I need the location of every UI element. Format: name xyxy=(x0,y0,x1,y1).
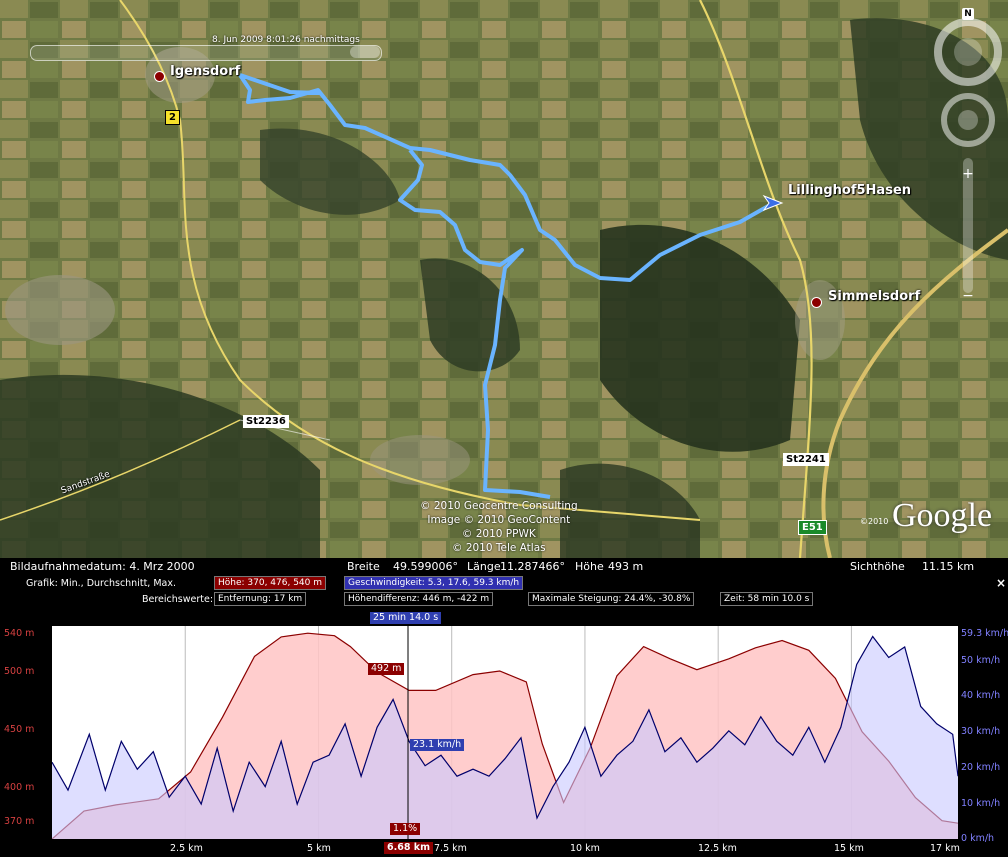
altitude-value: 493 m xyxy=(608,560,644,573)
y-tick-left: 500 m xyxy=(4,666,35,677)
y-tick-right: 20 km/h xyxy=(961,762,1001,773)
time-slider-label: 8. Jun 2009 8:01:26 nachmittags xyxy=(212,35,360,45)
place-lillinghof5hasen[interactable]: Lillinghof5Hasen xyxy=(788,183,911,198)
elevation-chart-svg[interactable] xyxy=(51,626,959,840)
x-tick: 10 km xyxy=(570,843,600,854)
place-pin-icon[interactable] xyxy=(811,297,822,308)
range-values-label: Bereichswerte: xyxy=(142,594,214,605)
y-tick-right: 50 km/h xyxy=(961,655,1001,666)
cursor-distance: 6.68 km xyxy=(384,842,433,854)
x-tick: 2.5 km xyxy=(170,843,203,854)
y-tick-right: 30 km/h xyxy=(961,726,1001,737)
copyright-notice: © 2010 Geocentre Consulting Image © 2010… xyxy=(420,500,578,554)
y-tick-left: 540 m xyxy=(4,628,35,639)
y-tick-right: 40 km/h xyxy=(961,690,1001,701)
placemark-arrow-icon[interactable] xyxy=(762,194,784,212)
max-slope-value: Maximale Steigung: 24.4%, -30.8% xyxy=(528,592,695,606)
place-pin-icon[interactable] xyxy=(154,71,165,82)
google-logo: Google xyxy=(892,497,993,534)
latitude-value: 49.599006° xyxy=(393,560,458,573)
latitude-label: Breite xyxy=(347,560,380,573)
elevation-chart[interactable] xyxy=(51,626,959,840)
navigation-controls[interactable]: + − N xyxy=(930,8,1006,308)
zoom-out-icon: − xyxy=(962,288,974,304)
altitude-label: Höhe xyxy=(575,560,604,573)
height-stats-button[interactable]: Höhe: 370, 476, 540 m xyxy=(214,576,327,590)
longitude-value: 11.287466° xyxy=(500,560,565,573)
longitude-label: Länge xyxy=(467,560,501,573)
y-tick-left: 370 m xyxy=(4,816,35,827)
place-igensdorf[interactable]: Igensdorf xyxy=(170,64,240,79)
y-tick-left: 400 m xyxy=(4,782,35,793)
height-difference-value: Höhendifferenz: 446 m, -422 m xyxy=(344,592,494,606)
distance-value: Entfernung: 17 km xyxy=(214,592,307,606)
cursor-height: 492 m xyxy=(368,663,405,675)
graph-legend-label: Grafik: Min., Durchschnitt, Max. xyxy=(26,578,176,589)
road-shield-e51: E51 xyxy=(798,520,827,535)
y-tick-right: 10 km/h xyxy=(961,798,1001,809)
total-time-value: Zeit: 58 min 10.0 s xyxy=(720,592,814,606)
speed-stats-button[interactable]: Geschwindigkeit: 5.3, 17.6, 59.3 km/h xyxy=(344,576,524,590)
image-date: Bildaufnahmedatum: 4. Mrz 2000 xyxy=(10,560,195,573)
time-slider[interactable] xyxy=(30,45,382,61)
close-icon[interactable]: × xyxy=(996,576,1006,590)
road-shield-st2236: St2236 xyxy=(243,415,289,428)
cursor-slope: 1.1% xyxy=(390,823,421,835)
time-slider-handle[interactable] xyxy=(350,46,380,58)
eye-altitude-value: 11.15 km xyxy=(922,560,975,573)
logo-year: ©2010 xyxy=(860,517,889,526)
x-tick: 12.5 km xyxy=(698,843,737,854)
compass-north-icon[interactable]: N xyxy=(962,8,974,20)
x-tick: 17 km xyxy=(930,843,960,854)
zoom-in-icon: + xyxy=(962,166,974,182)
satellite-imagery xyxy=(0,0,1008,558)
y-tick-right: 59.3 km/h xyxy=(961,628,1008,639)
place-simmelsdorf[interactable]: Simmelsdorf xyxy=(828,289,920,304)
y-tick-left: 450 m xyxy=(4,724,35,735)
look-joystick-icon[interactable] xyxy=(954,38,982,66)
x-tick: 7.5 km xyxy=(434,843,467,854)
road-shield-b2: 2 xyxy=(165,110,180,125)
road-shield-st2241: St2241 xyxy=(783,453,829,466)
cursor-speed: 23.1 km/h xyxy=(410,739,465,751)
cursor-time: 25 min 14.0 s xyxy=(370,612,442,624)
x-tick: 15 km xyxy=(834,843,864,854)
x-tick: 5 km xyxy=(307,843,331,854)
y-tick-right: 0 km/h xyxy=(961,833,995,844)
map-view[interactable]: 8. Jun 2009 8:01:26 nachmittags Igensdor… xyxy=(0,0,1008,558)
status-bar: Bildaufnahmedatum: 4. Mrz 2000 Breite 49… xyxy=(0,558,1008,575)
eye-altitude-label: Sichthöhe xyxy=(850,560,905,573)
